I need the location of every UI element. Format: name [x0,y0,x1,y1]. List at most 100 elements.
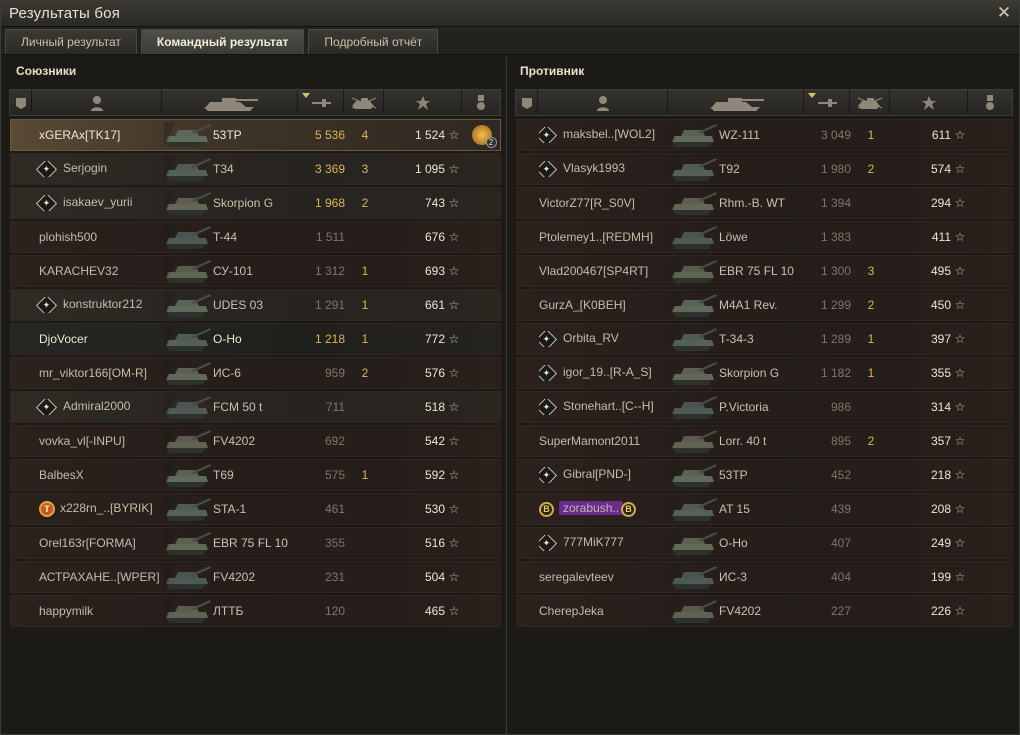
vehicle-column-icon[interactable] [162,90,298,115]
player-name: ✦ maksbel..[WOL2] [539,127,669,143]
vehicle-name: O-Ho [213,332,242,346]
platoon-icon: ✦ [539,127,558,143]
experience-value: 611 [931,128,951,142]
player-row[interactable]: ✦ Gibral[PND-] 53TP 452 218 ☆ [516,459,1013,491]
player-name: ✦ 777MiK777 [539,535,669,551]
player-name-text: happymilk [39,604,94,618]
player-name-text: mr_viktor166[OM-R] [39,366,148,380]
platoon-icon: ✦ [539,161,558,177]
damage-value: 711 [325,400,345,414]
star-icon: ☆ [954,230,966,244]
platoon-glyph: ✦ [542,402,551,413]
damage-column-icon[interactable] [804,90,850,115]
medal-column-icon[interactable] [968,90,1012,115]
medal-count: 2 [485,137,497,148]
star-icon: ☆ [448,298,460,312]
bonus-badge-icon: B [539,501,554,517]
player-name: Bzorabush.. B [539,501,669,517]
player-row[interactable]: KARACHEV32 СУ-101 1 312 1 693 ☆ [10,255,501,287]
player-row[interactable]: Vlad200467[SP4RT] EBR 75 FL 10 1 300 3 495 ☆ [516,255,1013,287]
player-row[interactable]: ✦ maksbel..[WOL2] WZ-111 3 049 1 611 ☆ [516,119,1013,151]
player-row[interactable]: ✦ igor_19..[R-A_S] Skorpion G 1 182 1 355 ☆ [516,357,1013,389]
star-icon: ☆ [954,162,966,176]
player-row[interactable]: Orel163r[FORMA] EBR 75 FL 10 355 516 ☆ [10,527,501,559]
experience-value: 294 [930,196,951,210]
player-row[interactable]: xGERAx[TK17] 53TP 5 536 4 1 524 ☆ 2 [10,119,501,151]
platoon-column-icon[interactable] [10,90,32,115]
player-name-text: maksbel..[WOL2] [563,127,656,142]
kills-value: 1 [867,128,875,142]
experience-value: 450 [930,298,951,312]
tank-icon [669,358,719,388]
player-row[interactable]: plohish500 T-44 1 511 676 ☆ [10,221,501,253]
experience-column-icon[interactable] [384,90,462,115]
vehicle-column-icon[interactable] [668,90,804,115]
tank-icon [669,562,719,592]
damage-column-icon[interactable] [298,90,344,115]
experience-value: 495 [930,264,951,278]
player-row[interactable]: GurzA_[K0BEH] M4A1 Rev. 1 299 2 450 ☆ [516,289,1013,321]
player-row[interactable]: seregalevteev ИС-3 404 199 ☆ [516,561,1013,593]
experience-value: 504 [424,570,445,584]
damage-value: 404 [830,570,851,584]
experience-value: 772 [424,332,445,346]
player-row[interactable]: SuperMamont2011 Lorr. 40 t 895 2 357 ☆ [516,425,1013,457]
player-row[interactable]: ✦ Stonehart..[C--H] P.Victoria 986 314 ☆ [516,391,1013,423]
damage-value: 3 049 [820,128,851,142]
player-name: Tx228rn_..[BYRIK] [33,501,163,517]
tank-icon [669,392,719,422]
medal-column-icon[interactable] [462,90,500,115]
vehicle-name: FV4202 [213,570,256,584]
experience-value: 218 [930,468,951,482]
vehicle-name: EBR 75 FL 10 [213,536,288,550]
player-row[interactable]: ✦ 777MiK777 O-Ho 407 249 ☆ [516,527,1013,559]
player-name: plohish500 [33,230,163,244]
team-results-panel: Союзники xGERAx[TK17] 53TP 5 536 4 1 524 ☆ 2 ✦ S… [1,57,1019,734]
player-row[interactable]: BalbesX T69 575 1 592 ☆ [10,459,501,491]
player-row[interactable]: ✦ Serjogin T34 3 369 3 1 095 ☆ [10,153,501,185]
experience-value: 592 [424,468,445,482]
close-icon[interactable]: ✕ [995,4,1013,22]
star-icon: ☆ [448,536,460,550]
player-name: BalbesX [33,468,163,482]
player-row[interactable]: vovka_vl[-INPU] FV4202 692 542 ☆ [10,425,501,457]
experience-column-icon[interactable] [890,90,968,115]
tab-detailed-report[interactable]: Подробный отчёт [308,29,439,54]
player-row[interactable]: Tx228rn_..[BYRIK] STA-1 461 530 ☆ [10,493,501,525]
player-row[interactable]: ✦ Vlasyk1993 T92 1 980 2 574 ☆ [516,153,1013,185]
experience-value: 411 [931,230,951,244]
player-row[interactable]: Bzorabush.. B AT 15 439 208 ☆ [516,493,1013,525]
tank-icon [669,460,719,490]
player-row[interactable]: mr_viktor166[OM-R] ИС-6 959 2 576 ☆ [10,357,501,389]
tab-team-result[interactable]: Командный результат [140,29,305,54]
kills-column-icon[interactable] [344,90,384,115]
player-row[interactable]: АСТРАХАНЕ..[WPER] FV4202 231 504 ☆ [10,561,501,593]
player-name-text: АСТРАХАНЕ..[WPER] [39,570,160,584]
player-column-icon[interactable] [32,90,162,115]
tab-personal-result[interactable]: Личный результат [5,29,137,54]
vehicle-name: FCM 50 t [213,400,263,414]
vehicle-name: 53TP [719,468,748,482]
player-row[interactable]: happymilk ЛТТБ 120 465 ☆ [10,595,501,627]
player-row[interactable]: ✦ konstruktor212 UDES 03 1 291 1 661 ☆ [10,289,501,321]
damage-value: 439 [830,502,851,516]
player-row[interactable]: DjoVocer O-Ho 1 218 1 772 ☆ [10,323,501,355]
player-name: ✦ Vlasyk1993 [539,161,669,177]
experience-value: 397 [930,332,951,346]
player-name-text: Vlasyk1993 [563,161,626,176]
damage-value: 575 [324,468,345,482]
player-row[interactable]: ✦ Orbita_RV T-34-3 1 289 1 397 ☆ [516,323,1013,355]
kills-column-icon[interactable] [850,90,890,115]
player-name: mr_viktor166[OM-R] [33,366,163,380]
player-row[interactable]: CherepJeka FV4202 227 226 ☆ [516,595,1013,627]
player-column-icon[interactable] [538,90,668,115]
platoon-column-icon[interactable] [516,90,538,115]
vehicle-name: ЛТТБ [213,604,244,618]
medal-icon[interactable]: 2 [471,125,497,148]
player-row[interactable]: Ptolemey1..[REDMH] Löwe 1 383 411 ☆ [516,221,1013,253]
player-row[interactable]: ✦ isakaev_yurii Skorpion G 1 968 2 743 ☆ [10,187,501,219]
tank-icon [669,120,719,150]
player-row[interactable]: VictorZ77[R_S0V] Rhm.-B. WT 1 394 294 ☆ [516,187,1013,219]
player-name-text: Orel163r[FORMA] [39,536,136,550]
player-row[interactable]: ✦ Admiral2000 FCM 50 t 711 518 ☆ [10,391,501,423]
